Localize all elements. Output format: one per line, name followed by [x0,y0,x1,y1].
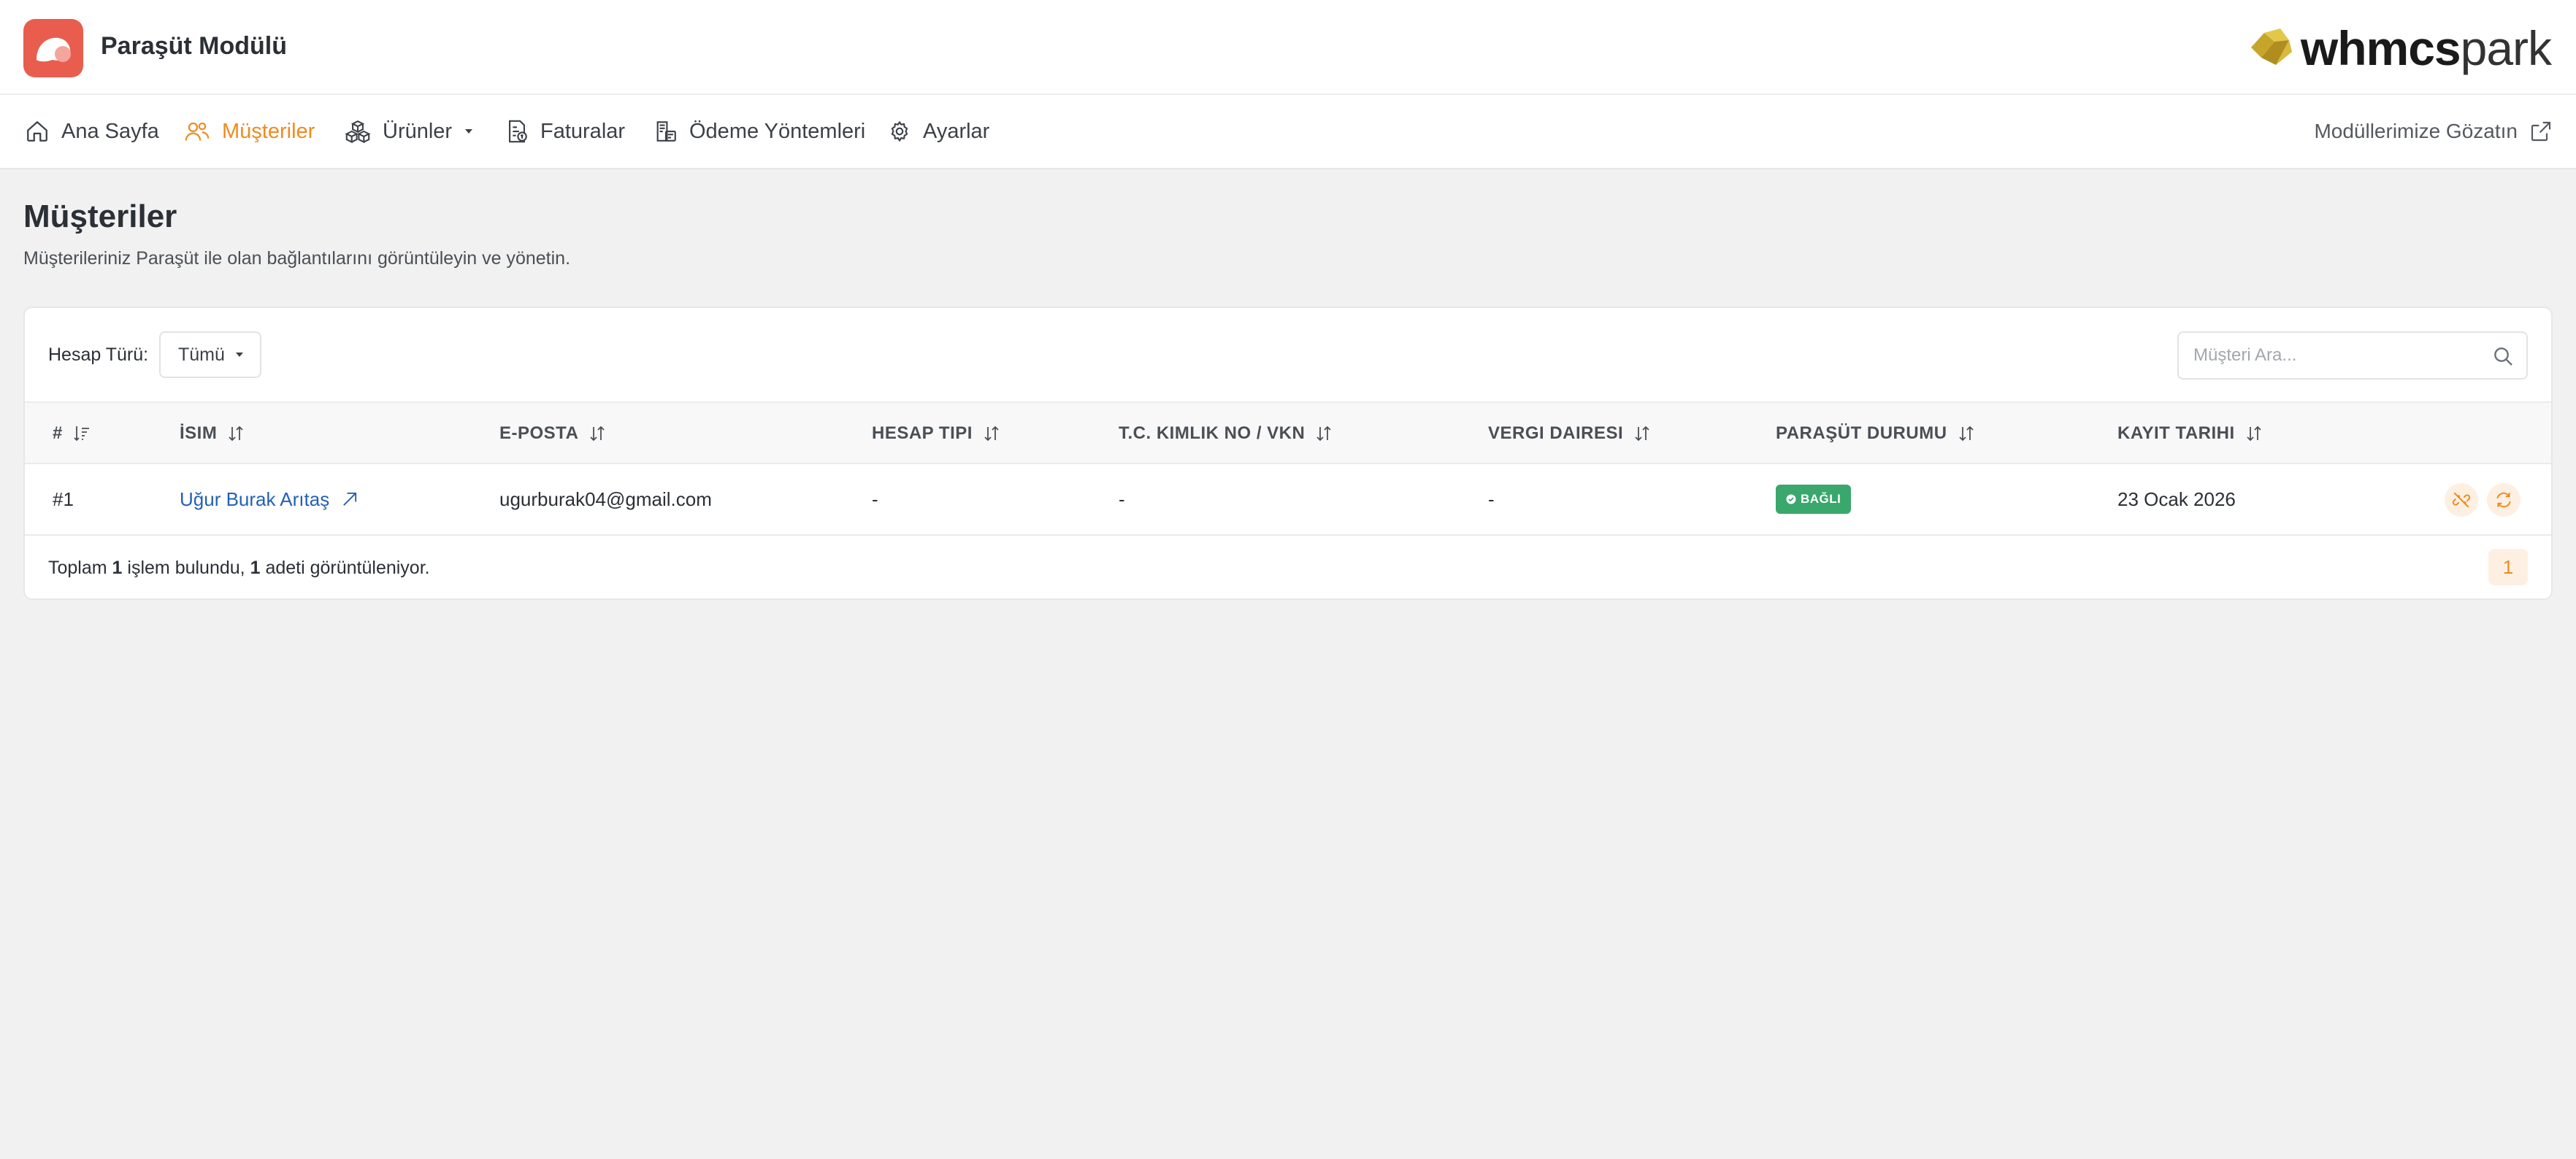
nav-item-label: Ödeme Yöntemleri [689,119,866,143]
table-header: # İSIM E-POSTA HESAP TIPI T.C. KIMLIK NO… [25,401,2551,464]
check-circle-icon [1786,494,1796,504]
sort-icon [1958,426,1974,442]
customers-card: Hesap Türü: Tümü # İSIM E-POSTA HESAP TI… [23,307,2553,600]
invoice-icon [509,120,527,143]
column-account-type[interactable]: HESAP TIPI [872,403,1000,464]
nav-item-label: Müşteriler [222,119,315,143]
sort-icon [1635,426,1649,442]
nav-item-label: Ürünler [383,119,453,143]
cell-email: ugurburak04@gmail.com [499,488,712,510]
sort-icon [2247,426,2261,442]
external-link-icon [2531,121,2551,142]
browse-modules-link[interactable]: Modüllerimize Gözatın [2314,95,2553,168]
gear-icon [891,121,908,142]
cell-tax-office: - [1488,488,1495,510]
users-icon [185,122,210,141]
nav-item-products[interactable]: Ürünler [345,95,474,168]
top-header: Paraşüt Modülü whmcspark [0,0,2576,95]
sort-asc-icon [74,426,89,442]
nav-item-label: Ayarlar [923,119,990,143]
nav-item-label: Ana Sayfa [61,119,159,143]
column-tax-id[interactable]: T.C. KIMLIK NO / VKN [1119,403,1333,464]
cell-account-type: - [872,488,878,510]
sort-icon [229,426,243,442]
caret-down-icon [465,129,473,134]
account-type-select[interactable]: Tümü [159,331,261,378]
nav-item-settings[interactable]: Ayarlar [888,95,989,168]
account-type-value: Tümü [178,344,225,365]
boxes-icon [345,120,371,144]
column-registered[interactable]: KAYIT TARIHI [2117,403,2263,464]
cell-registered: 23 Ocak 2026 [2117,488,2236,510]
nav-item-payment-methods[interactable]: Ödeme Yöntemleri [654,95,865,168]
unlink-button[interactable] [2445,483,2478,517]
unlink-icon [2452,492,2471,508]
page-button-1[interactable]: 1 [2488,549,2528,585]
whmcspark-logo[interactable]: whmcspark [2247,20,2552,76]
cell-status: BAĞLI [1776,464,1852,534]
cell-id: #1 [53,488,74,510]
nav-item-home[interactable]: Ana Sayfa [25,95,159,168]
search-icon[interactable] [2491,344,2515,368]
app-logo-icon[interactable] [23,19,83,77]
page-subtitle: Müşterileriniz Paraşüt ile olan bağlantı… [23,248,571,269]
brand-diamond-icon [2250,28,2292,65]
column-id[interactable]: # [53,403,91,464]
home-icon [27,121,47,142]
sort-icon [984,426,999,442]
app-title: Paraşüt Modülü [101,32,288,60]
refresh-icon [2496,492,2511,508]
brand-wordmark: whmcspark [2300,21,2552,75]
account-type-label: Hesap Türü: [48,344,149,365]
cell-tax-id: - [1119,488,1125,510]
column-email[interactable]: E-POSTA [499,403,606,464]
page-title: Müşteriler [23,199,177,234]
arrow-up-right-icon [343,492,357,506]
sort-icon [590,426,605,442]
main-nav: Ana Sayfa Müşteriler Ürünler Faturalar Ö… [0,95,2576,169]
customer-name-link[interactable]: Uğur Burak Arıtaş [180,464,360,534]
status-badge: BAĞLI [1776,485,1852,514]
nav-item-customers[interactable]: Müşteriler [184,95,315,168]
nav-item-invoices[interactable]: Faturalar [505,95,625,168]
search-input[interactable] [2193,333,2485,378]
nav-item-label: Faturalar [540,119,626,143]
payment-methods-icon [656,121,676,142]
browse-modules-label: Modüllerimize Gözatın [2314,120,2518,142]
sync-button[interactable] [2487,483,2521,517]
customer-search [2177,331,2528,380]
caret-down-icon [235,353,243,357]
table-row: #1 Uğur Burak Arıtaş ugurburak04@gmail.c… [25,464,2551,536]
column-parasut-status[interactable]: PARAŞÜT DURUMU [1776,403,1975,464]
column-tax-office[interactable]: VERGI DAIRESI [1488,403,1651,464]
column-name[interactable]: İSIM [180,403,245,464]
records-summary: Toplam 1 işlem bulundu, 1 adeti görüntül… [48,558,430,578]
sort-icon [1316,426,1331,442]
